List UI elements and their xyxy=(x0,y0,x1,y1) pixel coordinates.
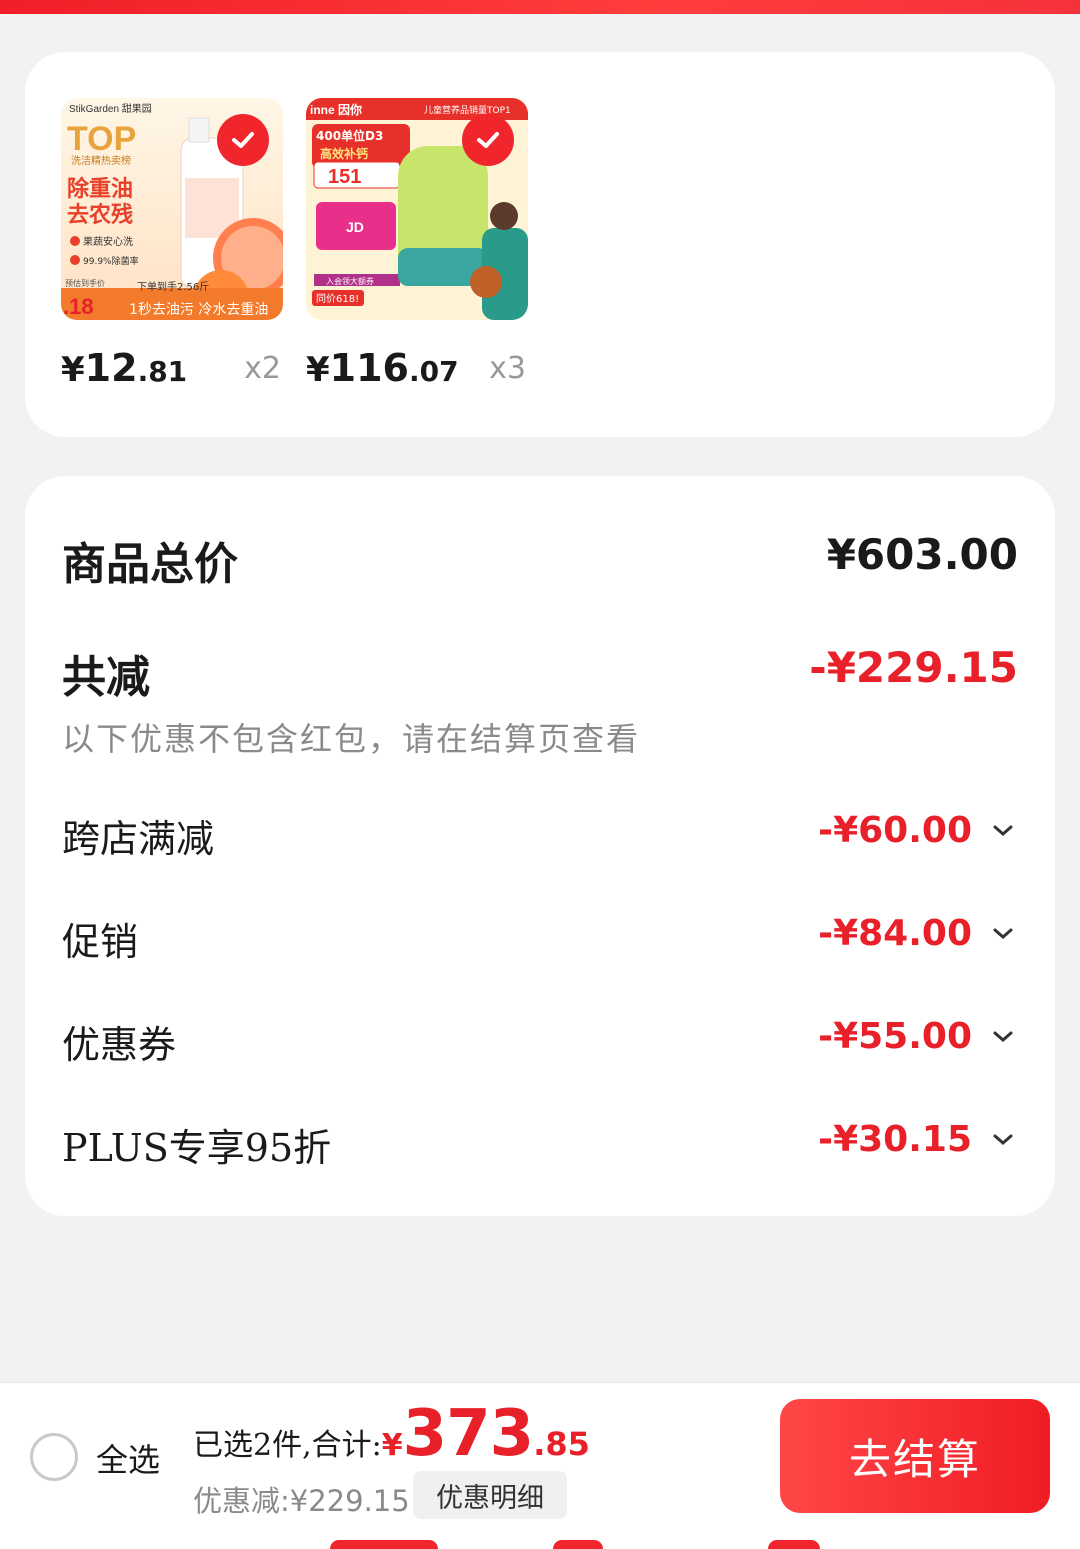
checkout-bar: 全选 已选2件,合计:¥373.85 优惠减:¥229.15 优惠明细 去结算 xyxy=(0,1382,1080,1532)
rank-text: 儿童营养品销量TOP1 xyxy=(424,104,511,116)
total-price-value: ¥603.00 xyxy=(826,530,1018,579)
top-text: TOP xyxy=(67,120,136,158)
vip-text: 入会领大额券 xyxy=(326,276,374,286)
chevron-down-icon[interactable] xyxy=(988,919,1018,949)
total-reduction-row: 共减 -¥229.15 xyxy=(62,641,1018,703)
feature-tag: 99.9%除菌率 xyxy=(83,255,139,267)
headline-text: 高效补钙 xyxy=(320,146,368,161)
discount-label: 跨店满减 xyxy=(62,817,215,861)
selected-check-icon[interactable] xyxy=(462,114,514,166)
discount-row-promotion[interactable]: 促销 -¥84.00 xyxy=(62,907,1018,967)
product-thumbnail[interactable]: inne 因你 儿童营养品销量TOP1 400单位D3 高效补钙 151 JD … xyxy=(306,98,528,320)
total-reduction-value: -¥229.15 xyxy=(809,643,1018,692)
product-price-row: ¥12.81 x2 xyxy=(61,346,283,390)
discount-summary: 优惠减:¥229.15 xyxy=(193,1484,410,1518)
brand-text: inne 因你 xyxy=(310,102,362,117)
product-price-row: ¥116.07 x3 xyxy=(306,346,528,390)
feature-tag: 果蔬安心洗 xyxy=(83,235,133,248)
select-all-label[interactable]: 全选 xyxy=(96,1435,160,1481)
checkout-button[interactable]: 去结算 xyxy=(780,1399,1050,1513)
discount-value: -¥60.00 xyxy=(818,810,972,851)
total-amount-decimal: .85 xyxy=(533,1425,590,1463)
discount-label: 促销 xyxy=(62,920,139,964)
discount-note: 以下优惠不包含红包，请在结算页查看 xyxy=(62,720,641,758)
total-price-label: 商品总价 xyxy=(62,539,238,590)
price-summary-card: 商品总价 ¥603.00 共减 -¥229.15 以下优惠不包含红包，请在结算页… xyxy=(25,476,1055,1216)
banner-text: 1秒去油污 冷水去重油 xyxy=(129,302,268,318)
discount-label: PLUS专享95折 xyxy=(62,1126,332,1170)
discount-value: -¥55.00 xyxy=(818,1016,972,1057)
headline-text: 去农残 xyxy=(67,202,133,228)
discount-row-coupon[interactable]: 优惠券 -¥55.00 xyxy=(62,1010,1018,1070)
chevron-down-icon[interactable] xyxy=(988,1022,1018,1052)
discount-row-plus[interactable]: PLUS专享95折 -¥30.15 xyxy=(62,1113,1018,1173)
product-item[interactable]: inne 因你 儿童营养品销量TOP1 400单位D3 高效补钙 151 JD … xyxy=(306,98,528,390)
brand-text: StikGarden 甜果园 xyxy=(69,102,152,115)
discount-label: 优惠券 xyxy=(62,1023,177,1067)
product-quantity: x2 xyxy=(244,351,281,386)
selected-total: 已选2件,合计:¥373.85 xyxy=(193,1397,590,1471)
total-yen-symbol: ¥ xyxy=(381,1428,403,1463)
tab-badge xyxy=(553,1540,603,1549)
selected-check-icon[interactable] xyxy=(217,114,269,166)
tab-badge xyxy=(330,1540,438,1549)
image-price: 151 xyxy=(328,166,361,188)
tab-badge xyxy=(768,1540,820,1549)
chevron-down-icon[interactable] xyxy=(988,1125,1018,1155)
headline-text: 除重油 xyxy=(67,176,133,202)
discount-value: -¥30.15 xyxy=(818,1119,972,1160)
product-thumbnail[interactable]: StikGarden 甜果园 TOP 洗洁精热卖榜 除重油 去农残 果蔬安心洗 … xyxy=(61,98,283,320)
product-price: ¥116.07 xyxy=(306,346,459,390)
selected-products-card: StikGarden 甜果园 TOP 洗洁精热卖榜 除重油 去农残 果蔬安心洗 … xyxy=(25,52,1055,437)
product-item[interactable]: StikGarden 甜果园 TOP 洗洁精热卖榜 除重油 去农残 果蔬安心洗 … xyxy=(61,98,283,390)
total-amount-integer: 373 xyxy=(402,1397,535,1471)
total-price-row: 商品总价 ¥603.00 xyxy=(62,528,1018,590)
total-reduction-label: 共减 xyxy=(62,652,150,703)
discount-detail-button[interactable]: 优惠明细 xyxy=(413,1471,567,1519)
selected-count-text: 已选2件,合计: xyxy=(193,1428,382,1463)
product-price: ¥12.81 xyxy=(61,346,188,390)
select-all-radio[interactable] xyxy=(30,1433,78,1481)
tab-bar-edge xyxy=(0,1532,1080,1549)
card-text: JD xyxy=(346,219,364,235)
same-price-text: 同价618! xyxy=(316,293,359,305)
ranking-subtext: 洗洁精热卖榜 xyxy=(71,154,131,167)
discount-row-cross-store[interactable]: 跨店满减 -¥60.00 xyxy=(62,804,1018,864)
chevron-down-icon[interactable] xyxy=(988,816,1018,846)
price-caption: 预估到手价 xyxy=(65,278,105,288)
image-price: .18 xyxy=(63,294,94,319)
discount-value: -¥84.00 xyxy=(818,913,972,954)
top-header-strip xyxy=(0,0,1080,14)
headline-text: 400单位D3 xyxy=(316,128,383,143)
hand-price-text: 下单到手2.56斤 xyxy=(137,280,209,293)
product-quantity: x3 xyxy=(489,351,526,386)
